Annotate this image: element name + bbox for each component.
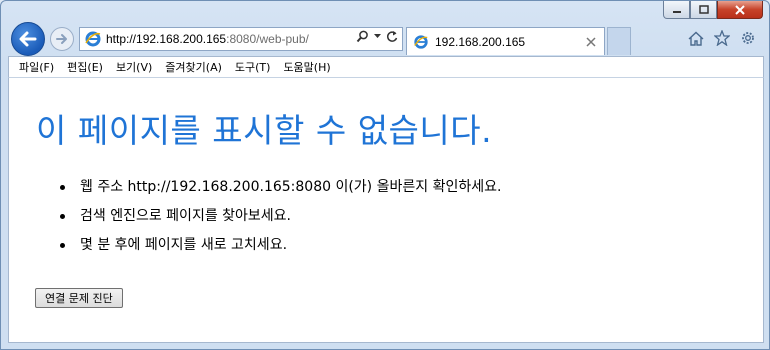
menu-edit[interactable]: 편집(E) bbox=[67, 59, 103, 75]
favorites-button[interactable] bbox=[713, 29, 731, 47]
star-icon bbox=[714, 30, 730, 46]
tip-text: 웹 주소 http://192.168.200.165:8080 이(가) 올바… bbox=[80, 179, 502, 195]
gear-icon bbox=[742, 32, 754, 44]
diagnose-connection-button[interactable]: 연결 문제 진단 bbox=[35, 288, 123, 308]
tip-text: 몇 분 후에 페이지를 새로 고치세요. bbox=[80, 237, 288, 253]
menu-view[interactable]: 보기(V) bbox=[116, 59, 152, 75]
dropdown-arrow-icon[interactable] bbox=[374, 34, 381, 39]
maximize-button[interactable] bbox=[690, 1, 717, 19]
address-tools bbox=[356, 30, 398, 43]
menu-bar: 파일(F) 편집(E) 보기(V) 즐겨찾기(A) 도구(T) 도움말(H) bbox=[8, 56, 764, 78]
ie-page-icon bbox=[85, 31, 101, 47]
search-icon[interactable] bbox=[356, 30, 369, 43]
refresh-icon[interactable] bbox=[386, 30, 398, 43]
close-window-button[interactable] bbox=[717, 1, 763, 19]
window-controls bbox=[663, 1, 763, 19]
address-url[interactable]: http://192.168.200.165:8080/web-pub/ bbox=[106, 32, 309, 46]
settings-button[interactable] bbox=[739, 29, 757, 47]
back-button[interactable] bbox=[11, 22, 45, 56]
maximize-icon bbox=[698, 5, 709, 14]
tab-active[interactable]: 192.168.200.165 bbox=[406, 27, 605, 55]
error-heading: 이 페이지를 표시할 수 없습니다. bbox=[36, 111, 493, 150]
menu-favorites[interactable]: 즐겨찾기(A) bbox=[165, 59, 222, 75]
minimize-button[interactable] bbox=[663, 1, 690, 19]
close-tab-icon[interactable] bbox=[586, 37, 596, 47]
address-bar[interactable]: http://192.168.200.165:8080/web-pub/ bbox=[79, 27, 403, 51]
home-button[interactable] bbox=[687, 29, 705, 47]
bullet-icon bbox=[60, 185, 65, 190]
back-arrow-icon bbox=[19, 31, 37, 47]
tip-item: 검색 엔진으로 페이지를 찾아보세요. bbox=[60, 208, 501, 237]
browser-toolbar-right bbox=[687, 29, 757, 47]
tip-item: 웹 주소 http://192.168.200.165:8080 이(가) 올바… bbox=[60, 179, 502, 208]
bullet-icon bbox=[60, 243, 65, 248]
menu-file[interactable]: 파일(F) bbox=[19, 59, 54, 75]
tab-title: 192.168.200.165 bbox=[435, 34, 526, 49]
bullet-icon bbox=[60, 214, 65, 219]
error-tips-list: 웹 주소 http://192.168.200.165:8080 이(가) 올바… bbox=[60, 179, 502, 266]
tip-text: 검색 엔진으로 페이지를 찾아보세요. bbox=[80, 208, 291, 224]
new-tab-button[interactable] bbox=[607, 27, 631, 55]
forward-button[interactable] bbox=[50, 27, 74, 51]
ie-tab-icon bbox=[414, 34, 428, 49]
browser-window: http://192.168.200.165:8080/web-pub/ 192… bbox=[0, 0, 770, 350]
tip-item: 몇 분 후에 페이지를 새로 고치세요. bbox=[60, 237, 501, 266]
page-content: 이 페이지를 표시할 수 없습니다. 웹 주소 http://192.168.2… bbox=[8, 78, 764, 343]
forward-arrow-icon bbox=[56, 34, 67, 44]
minimize-icon bbox=[672, 10, 681, 13]
menu-tools[interactable]: 도구(T) bbox=[235, 59, 271, 75]
home-icon bbox=[688, 31, 704, 46]
url-host: http://192.168.200.165 bbox=[106, 32, 227, 46]
close-icon bbox=[735, 4, 745, 15]
menu-help[interactable]: 도움말(H) bbox=[283, 59, 330, 75]
url-path: :8080/web-pub/ bbox=[226, 32, 309, 46]
